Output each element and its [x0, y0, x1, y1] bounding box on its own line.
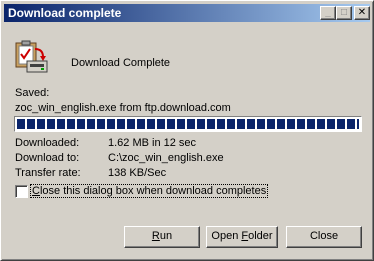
title-bar[interactable]: Download complete _ □ ✕	[4, 4, 370, 22]
downloaded-label: Downloaded:	[15, 137, 80, 149]
open-folder-label-rest: older	[248, 230, 273, 242]
run-button[interactable]: Run	[124, 226, 200, 248]
close-on-complete-label-text: lose this dialog box when download compl…	[39, 185, 267, 197]
download-complete-icon	[13, 39, 49, 75]
close-on-complete-label[interactable]: Close this dialog box when download comp…	[29, 184, 269, 198]
close-on-complete-checkbox[interactable]	[15, 185, 28, 198]
transfer-rate-value: 138 KB/Sec	[108, 167, 167, 179]
open-folder-label-pre: Open	[211, 230, 242, 242]
dialog-heading: Download Complete	[71, 57, 171, 69]
run-label: un	[159, 230, 173, 242]
progress-bar-fill	[17, 119, 359, 129]
downloaded-value: 1.62 MB in 12 sec	[108, 137, 197, 149]
maximize-button[interactable]: □	[336, 6, 352, 20]
download-progress-bar	[14, 116, 362, 132]
download-to-value: C:\zoc_win_english.exe	[108, 152, 224, 164]
close-button[interactable]: Close	[286, 226, 362, 248]
transfer-rate-label: Transfer rate:	[15, 167, 81, 179]
saved-file-path: zoc_win_english.exe from ftp.download.co…	[15, 102, 231, 114]
download-complete-dialog: Download complete _ □ ✕ Download Complet…	[0, 0, 374, 261]
open-folder-button[interactable]: Open Folder	[206, 226, 278, 248]
close-on-complete-mnemonic: C	[32, 185, 40, 197]
close-window-button[interactable]: ✕	[354, 6, 370, 20]
window-title: Download complete	[8, 6, 122, 20]
saved-label: Saved:	[15, 87, 50, 99]
minimize-button[interactable]: _	[320, 6, 336, 20]
run-mnemonic: R	[151, 230, 160, 242]
download-to-label: Download to:	[15, 152, 80, 164]
